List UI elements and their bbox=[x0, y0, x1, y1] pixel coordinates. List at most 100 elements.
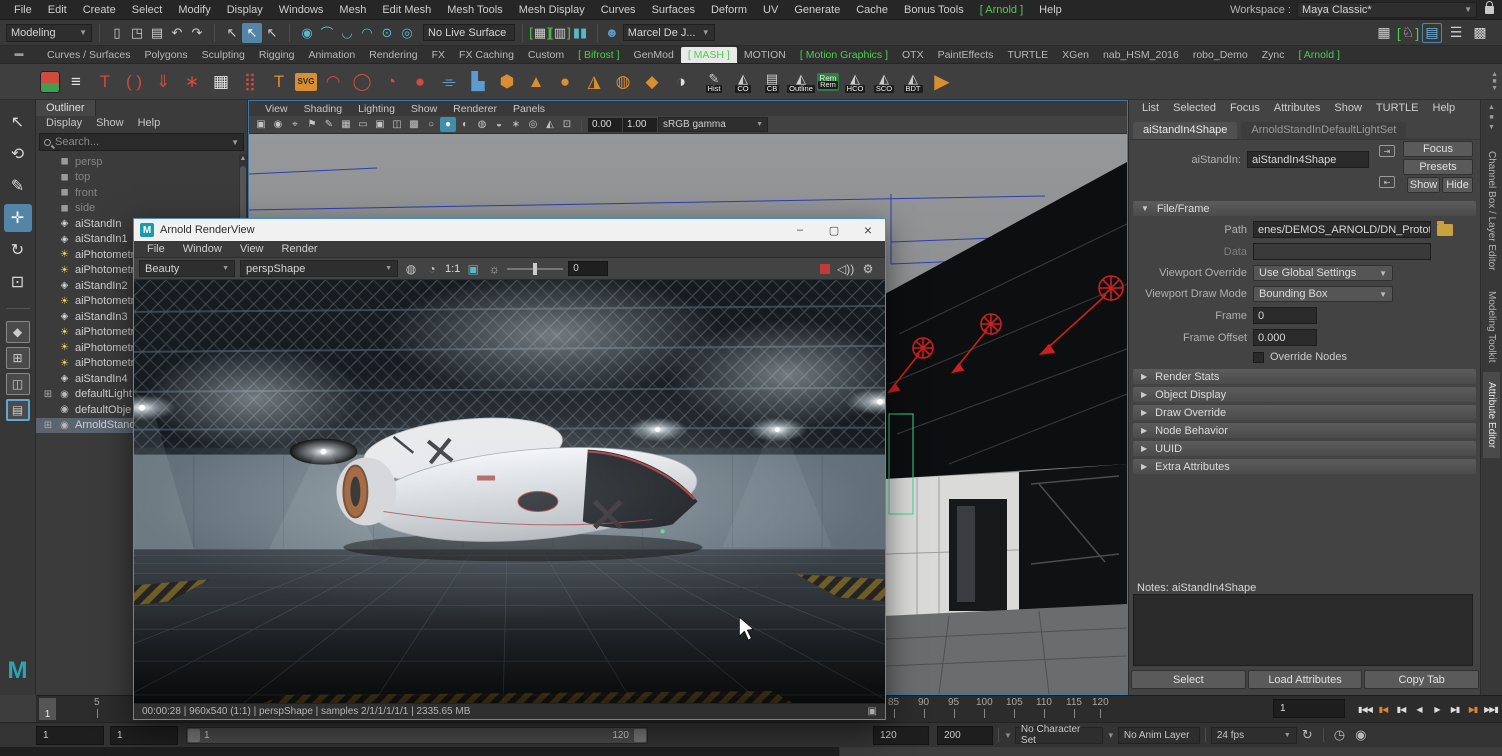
four-pane-layout[interactable]: ⊞ bbox=[6, 347, 30, 369]
command-input[interactable] bbox=[0, 747, 840, 756]
playback-end-field[interactable]: 120 bbox=[873, 726, 929, 745]
single-pane-layout[interactable]: ◆ bbox=[6, 321, 30, 343]
mash-cone-icon[interactable]: ▲ bbox=[523, 69, 549, 95]
undo-icon[interactable]: ↶ bbox=[167, 23, 187, 43]
outliner-row[interactable]: ◼ front bbox=[36, 185, 239, 201]
range-slider[interactable]: 1 120 bbox=[186, 727, 648, 744]
search-filter-caret[interactable]: ▼ bbox=[231, 138, 239, 147]
make-live-icon[interactable]: ◎ bbox=[397, 23, 417, 43]
menu-item[interactable]: UV bbox=[755, 4, 786, 16]
mash-falloff-icon[interactable]: ◑ bbox=[668, 69, 694, 95]
outliner-row[interactable]: ◼ persp bbox=[36, 154, 239, 170]
collapsed-section-header[interactable]: ▶ Extra Attributes bbox=[1133, 459, 1476, 474]
menu-item[interactable]: Arnold bbox=[972, 4, 1031, 16]
menu-item[interactable]: Surfaces bbox=[644, 4, 703, 16]
fps-dropdown[interactable]: 24 fps▼ bbox=[1211, 727, 1297, 744]
outline-shelf-icon[interactable]: ◭ Outline bbox=[788, 69, 814, 95]
menu-item[interactable]: Curves bbox=[593, 4, 644, 16]
outliner-search-field[interactable]: Search... ▼ bbox=[39, 133, 244, 151]
current-time-marker[interactable]: 1 bbox=[39, 698, 56, 720]
rotate-tool[interactable]: ↻ bbox=[4, 236, 32, 264]
mash-blob-icon[interactable]: ● bbox=[407, 69, 433, 95]
frame-field[interactable]: 0 bbox=[1253, 307, 1317, 324]
range-start-handle[interactable] bbox=[188, 729, 200, 742]
scroll-up-icon[interactable]: ▲ bbox=[239, 154, 247, 164]
open-scene-icon[interactable]: ◳ bbox=[127, 23, 147, 43]
resolution-gate-icon[interactable]: ▣ bbox=[372, 117, 388, 132]
drop-tool-icon[interactable]: ⇓ bbox=[150, 69, 176, 95]
playback-start-field[interactable]: 1 bbox=[110, 726, 178, 745]
film-gate-icon[interactable]: ▭ bbox=[355, 117, 371, 132]
presets-button[interactable]: Presets bbox=[1403, 159, 1473, 175]
shelf-play-icon[interactable]: ▶ bbox=[929, 69, 955, 95]
viewport-menu-item[interactable]: Panels bbox=[505, 103, 553, 115]
shelf-tab[interactable]: Zync bbox=[1255, 47, 1292, 63]
renderview-menu-item[interactable]: File bbox=[138, 243, 174, 255]
bookmark-icon[interactable]: ⚑ bbox=[304, 117, 320, 132]
vertical-tab[interactable]: Channel Box / Layer Editor bbox=[1483, 141, 1500, 281]
mash-torus-icon[interactable]: ◍ bbox=[610, 69, 636, 95]
viewport-menu-item[interactable]: View bbox=[257, 103, 296, 115]
snap-point-icon[interactable]: ◡ bbox=[337, 23, 357, 43]
contrast-field[interactable]: 1.00 bbox=[623, 118, 657, 132]
override-nodes-checkbox[interactable] bbox=[1253, 352, 1264, 363]
history-shelf-icon[interactable]: ✎ Hist bbox=[701, 69, 727, 95]
mash-ring-arrow-icon[interactable]: ◔ bbox=[378, 69, 404, 95]
ae-node-tab[interactable]: ArnoldStandInDefaultLightSet bbox=[1241, 122, 1406, 139]
layer-editor-toggle-icon[interactable]: ▩ bbox=[1470, 23, 1490, 43]
shadows-icon[interactable]: ◒ bbox=[491, 117, 507, 132]
shelf-tab[interactable]: Curves / Surfaces bbox=[40, 47, 137, 63]
animation-start-field[interactable]: 1 bbox=[36, 726, 104, 745]
show-button[interactable]: Show bbox=[1407, 177, 1440, 193]
snap-grid-icon[interactable]: ◉ bbox=[297, 23, 317, 43]
expand-icon[interactable]: ⊞ bbox=[42, 420, 54, 431]
debug-shading-slider[interactable] bbox=[507, 268, 563, 270]
mash-pyramid-icon[interactable]: ◮ bbox=[581, 69, 607, 95]
shelf-tab[interactable]: Motion Graphics bbox=[793, 47, 895, 63]
mash-curve-icon[interactable]: ◠ bbox=[320, 69, 346, 95]
attribute-editor-toggle-icon[interactable]: ☰ bbox=[1446, 23, 1466, 43]
grid-icon[interactable]: ▦ bbox=[338, 117, 354, 132]
shelf-tab[interactable]: Animation bbox=[301, 47, 362, 63]
outliner-persp-layout[interactable]: ▤ bbox=[6, 399, 30, 421]
range-end-handle[interactable] bbox=[634, 729, 646, 742]
ae-menu-item[interactable]: TURTLE bbox=[1369, 102, 1426, 114]
use-all-lights-icon[interactable]: ◍ bbox=[474, 117, 490, 132]
aov-dropdown[interactable]: Beauty▼ bbox=[139, 260, 235, 277]
import-doc-icon[interactable]: ▙ bbox=[465, 69, 491, 95]
minimize-button[interactable]: – bbox=[783, 219, 817, 241]
type-tool-icon[interactable]: T bbox=[92, 69, 118, 95]
animation-end-field[interactable]: 200 bbox=[937, 726, 993, 745]
menu-item[interactable]: Help bbox=[1031, 4, 1070, 16]
renderview-titlebar[interactable]: M Arnold RenderView – ▢ × bbox=[134, 219, 885, 241]
rgb-channels-icon[interactable]: ◍ bbox=[403, 262, 419, 276]
outliner-menu-item[interactable]: Show bbox=[90, 117, 130, 130]
select-tool-icon[interactable]: ↖ bbox=[222, 23, 242, 43]
user-dropdown[interactable]: Marcel De J...▼ bbox=[623, 24, 715, 41]
bdt-shelf-icon[interactable]: ◭ BDT bbox=[900, 69, 926, 95]
outliner-row[interactable]: ◼ top bbox=[36, 170, 239, 186]
save-image-icon[interactable]: ▣ bbox=[868, 706, 877, 717]
snapshot-icon[interactable]: ☼ bbox=[486, 262, 502, 276]
menu-item[interactable]: Mesh Display bbox=[511, 4, 593, 16]
checker-grid-icon[interactable]: ▦ bbox=[208, 69, 234, 95]
menu-item[interactable]: Edit bbox=[40, 4, 75, 16]
wireframe-icon[interactable]: ○ bbox=[423, 117, 439, 132]
scale-tool[interactable]: ⊡ bbox=[4, 268, 32, 296]
notes-textarea[interactable] bbox=[1133, 594, 1473, 666]
shelf-scroll-arrows[interactable]: ▲■▼ bbox=[1491, 71, 1498, 92]
input-operations-icon[interactable]: ▦ bbox=[530, 23, 550, 43]
move-tool[interactable]: ✛ bbox=[4, 204, 32, 232]
go-to-start-button[interactable]: ▮◀◀ bbox=[1356, 699, 1374, 719]
shelf-menu-icon[interactable]: ▬ bbox=[15, 48, 24, 58]
outliner-menu-item[interactable]: Help bbox=[132, 117, 167, 130]
step-back-frame-button[interactable]: ▮◀ bbox=[1392, 699, 1410, 719]
show-input-connections-icon[interactable]: ⇥ bbox=[1379, 145, 1395, 157]
collapsed-section-header[interactable]: ▶ Object Display bbox=[1133, 387, 1476, 402]
menu-item[interactable]: Edit Mesh bbox=[374, 4, 439, 16]
viewport-menu-item[interactable]: Renderer bbox=[445, 103, 505, 115]
select-object-icon[interactable]: ↖ bbox=[242, 23, 262, 43]
character-set-caret[interactable]: ▼ bbox=[1004, 731, 1012, 740]
ae-node-tab[interactable]: aiStandIn4Shape bbox=[1133, 122, 1237, 139]
menu-item[interactable]: Display bbox=[219, 4, 271, 16]
